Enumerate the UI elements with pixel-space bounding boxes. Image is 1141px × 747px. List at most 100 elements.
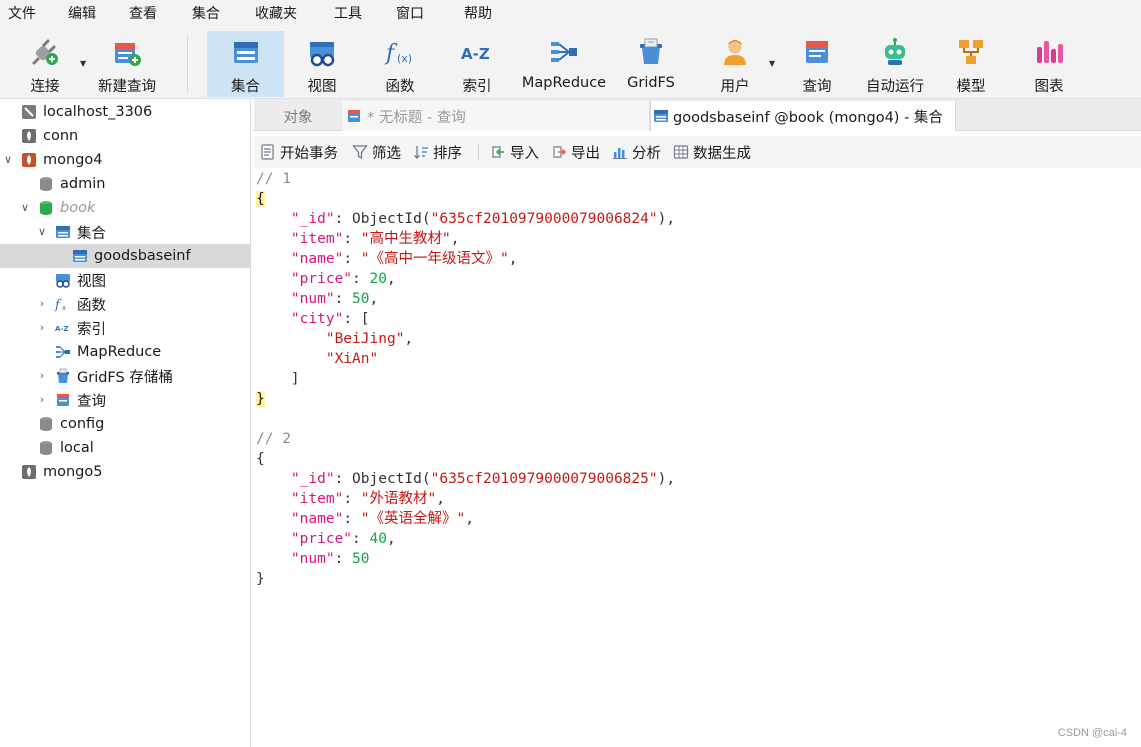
gridfs-label: GridFS	[627, 75, 675, 91]
city-value: "BeiJing",	[325, 331, 414, 347]
query-button[interactable]: 查询	[788, 31, 846, 97]
tab-objects[interactable]: 对象	[254, 101, 342, 131]
tree-item-local[interactable]: local	[0, 436, 251, 460]
mapreduce-button[interactable]: MapReduce	[516, 31, 612, 97]
database-icon	[40, 177, 52, 191]
tree-item-goodsbaseinf[interactable]: goodsbaseinf	[0, 244, 251, 268]
chart-button[interactable]: 图表	[1020, 31, 1078, 97]
tree-item-functions[interactable]: › f x 函数	[0, 292, 251, 316]
menu-help[interactable]: 帮助	[464, 0, 492, 29]
index-button[interactable]: A-Z 索引	[446, 31, 508, 97]
menu-file[interactable]: 文件	[8, 0, 36, 29]
database-icon	[40, 417, 52, 431]
tree-item-label: conn	[43, 128, 79, 144]
tree-item-conn[interactable]: conn	[0, 124, 251, 148]
field-city: "city": [	[290, 311, 370, 327]
begin-transaction-label: 开始事务	[280, 145, 338, 162]
tree-item-label: 索引	[77, 321, 106, 338]
table-icon	[73, 250, 87, 262]
export-button[interactable]: 导出	[551, 136, 600, 168]
tree-item-label: goodsbaseinf	[94, 248, 191, 264]
tree-item-localhost[interactable]: localhost_3306	[0, 100, 251, 124]
menu-favorites[interactable]: 收藏夹	[255, 0, 297, 29]
tree-item-indexes[interactable]: › A-Z 索引	[0, 316, 251, 340]
open-brace: {	[256, 191, 265, 207]
tree-item-book[interactable]: ∨ book	[0, 196, 251, 220]
gridfs-button[interactable]: GridFS	[622, 31, 680, 97]
tree-item-queries[interactable]: › 查询	[0, 388, 251, 412]
tree-item-collections[interactable]: ∨ 集合	[0, 220, 251, 244]
menu-view[interactable]: 查看	[129, 0, 157, 29]
analyze-button[interactable]: 分析	[612, 136, 661, 168]
function-icon: f (x)	[384, 41, 412, 66]
leaf-icon	[22, 153, 36, 167]
view-icon	[310, 42, 335, 67]
menu-window[interactable]: 窗口	[396, 0, 424, 29]
mapreduce-icon	[56, 346, 70, 358]
tab-untitled-query[interactable]: * 无标题 - 查询	[342, 101, 650, 131]
chevron-right-icon[interactable]: ›	[36, 298, 48, 310]
begin-transaction-button[interactable]: 开始事务	[260, 136, 338, 168]
connect-dropdown-icon[interactable]: ▼	[80, 59, 86, 68]
close-bracket: ]	[290, 371, 300, 387]
svg-text:A-Z: A-Z	[55, 325, 68, 333]
model-icon	[959, 40, 983, 64]
tree-item-mongo4[interactable]: ∨ mongo4	[0, 148, 251, 172]
model-button[interactable]: 模型	[942, 31, 1000, 97]
export-icon	[553, 146, 567, 158]
document-editor[interactable]: // 1 { "_id": ObjectId("635cf20109790000…	[254, 168, 1141, 747]
tree-item-config[interactable]: config	[0, 412, 251, 436]
tree-item-label: book	[60, 200, 96, 216]
leaf-icon	[22, 465, 36, 479]
filter-button[interactable]: 筛选	[352, 136, 401, 168]
function-button[interactable]: f (x) 函数	[368, 31, 432, 97]
tree-item-admin[interactable]: admin	[0, 172, 251, 196]
user-button[interactable]: 用户	[706, 31, 764, 97]
menu-edit[interactable]: 编辑	[68, 0, 96, 29]
field-price: "price": 20,	[290, 271, 396, 287]
collection-button[interactable]: 集合	[207, 31, 284, 97]
field-name: "name": "《高中一年级语文》",	[290, 251, 518, 267]
main-toolbar: 连接 ▼ 新建查询 集合 视图 f (x) 函数 A-Z 索引 MapReduc…	[0, 29, 1141, 99]
robot-icon	[885, 38, 905, 65]
tree-item-mongo5[interactable]: mongo5	[0, 460, 251, 484]
chevron-right-icon[interactable]: ›	[36, 370, 48, 382]
chevron-down-icon[interactable]: ∨	[19, 202, 31, 214]
menu-bar: 文件 编辑 查看 集合 收藏夹 工具 窗口 帮助	[0, 0, 1141, 29]
tree-item-label: 视图	[77, 273, 106, 290]
field-price: "price": 40,	[290, 531, 396, 547]
user-dropdown-icon[interactable]: ▼	[769, 59, 775, 68]
query-icon	[57, 394, 69, 406]
tree-item-views[interactable]: 视图	[0, 268, 251, 292]
chevron-right-icon[interactable]: ›	[36, 394, 48, 406]
field-id: "_id": ObjectId("635cf201097900007900682…	[290, 471, 676, 487]
tab-goodsbaseinf[interactable]: goodsbaseinf @book (mongo4) - 集合	[650, 101, 956, 131]
tab-bar: 对象 * 无标题 - 查询 goodsbaseinf @book (mongo4…	[254, 99, 1141, 131]
chevron-right-icon[interactable]: ›	[36, 322, 48, 334]
city-value: "XiAn"	[325, 351, 379, 367]
chevron-down-icon[interactable]: ∨	[2, 154, 14, 166]
new-query-button[interactable]: 新建查询	[94, 31, 160, 97]
new-query-label: 新建查询	[98, 79, 156, 95]
filter-label: 筛选	[372, 145, 401, 162]
automation-button[interactable]: 自动运行	[860, 31, 930, 97]
data-generation-label: 数据生成	[693, 145, 751, 162]
tree-item-label: 函数	[77, 297, 106, 314]
connect-button[interactable]: 连接	[14, 31, 76, 97]
tree-item-mapreduce[interactable]: MapReduce	[0, 340, 251, 364]
data-generation-button[interactable]: 数据生成	[673, 136, 751, 168]
menu-tools[interactable]: 工具	[334, 0, 362, 29]
view-button[interactable]: 视图	[290, 31, 354, 97]
navicat-window: 文件 编辑 查看 集合 收藏夹 工具 窗口 帮助 连接 ▼ 新建查询 集合 视图…	[0, 0, 1141, 747]
watermark: CSDN @cai-4	[1057, 727, 1127, 739]
menu-collection[interactable]: 集合	[192, 0, 220, 29]
gridfs-icon	[640, 38, 662, 64]
import-button[interactable]: 导入	[490, 136, 539, 168]
plug-icon	[32, 39, 58, 65]
sort-button[interactable]: 排序	[413, 136, 462, 168]
tab-label: goodsbaseinf @book (mongo4) - 集合	[673, 109, 943, 126]
tree-item-label: MapReduce	[77, 344, 162, 360]
chevron-down-icon[interactable]: ∨	[36, 226, 48, 238]
import-label: 导入	[510, 145, 539, 162]
tree-item-gridfs[interactable]: › GridFS 存储桶	[0, 364, 251, 388]
